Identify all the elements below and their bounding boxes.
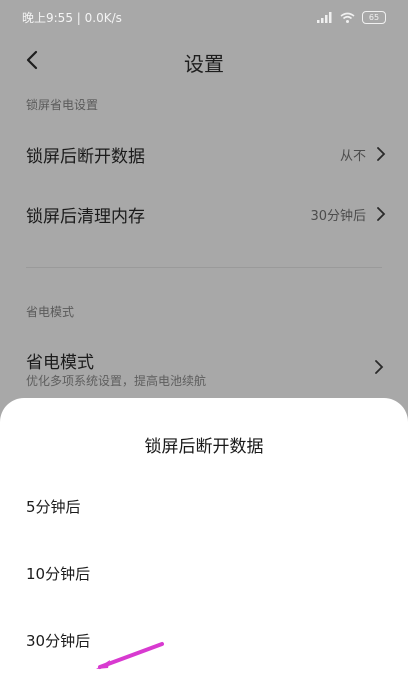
battery-icon: 65 [362, 10, 386, 24]
option-5-minutes[interactable]: 5分钟后 [0, 482, 408, 530]
wifi-icon [340, 12, 355, 23]
chevron-right-icon [377, 147, 386, 161]
setting-label: 锁屏后清理内存 [26, 206, 145, 227]
setting-row-disconnect-data[interactable]: 锁屏后断开数据 从不 [0, 128, 408, 180]
option-30-minutes[interactable]: 30分钟后 [0, 616, 408, 664]
setting-label: 省电模式 [26, 353, 94, 373]
setting-value-group: 30分钟后 [310, 205, 386, 224]
annotation-arrow-icon [96, 642, 164, 669]
signal-icon [317, 11, 332, 23]
section-label-lock: 锁屏省电设置 [26, 98, 99, 112]
bottom-sheet: 锁屏后断开数据 5分钟后 10分钟后 30分钟后 [0, 398, 408, 688]
header: 设置 [0, 36, 408, 84]
status-bar: 晚上9:55 | 0.0K/s 65 [0, 0, 408, 34]
setting-value: 30分钟后 [310, 208, 366, 224]
section-divider [26, 267, 382, 268]
section-label-power: 省电模式 [26, 305, 75, 319]
chevron-right-icon [375, 360, 384, 374]
setting-value: 从不 [339, 148, 366, 164]
status-time: 晚上9:55 | 0.0K/s [22, 10, 122, 25]
setting-value-group: 从不 [340, 145, 386, 164]
chevron-right-icon [377, 207, 386, 221]
setting-row-clear-memory[interactable]: 锁屏后清理内存 30分钟后 [0, 188, 408, 240]
setting-row-power-mode[interactable]: 省电模式 优化多项系统设置，提高电池续航 [0, 344, 408, 394]
page-title: 设置 [184, 52, 224, 76]
setting-label: 锁屏后断开数据 [26, 146, 145, 167]
setting-description: 优化多项系统设置，提高电池续航 [26, 374, 207, 388]
sheet-title: 锁屏后断开数据 [144, 437, 264, 457]
status-icons: 65 [317, 10, 386, 24]
option-10-minutes[interactable]: 10分钟后 [0, 549, 408, 597]
